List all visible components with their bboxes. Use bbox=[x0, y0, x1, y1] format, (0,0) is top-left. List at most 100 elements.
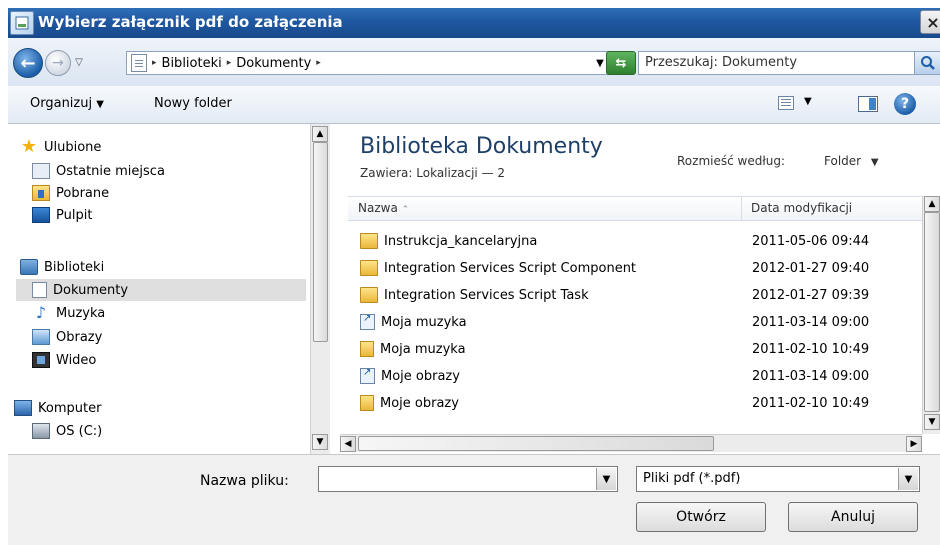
breadcrumb[interactable]: ▸ Biblioteki ▸ Dokumenty ▸ bbox=[126, 51, 628, 75]
filename-input[interactable] bbox=[318, 466, 618, 492]
file-row[interactable]: Integration Services Script Component 20… bbox=[348, 255, 932, 282]
column-date[interactable]: Data modyfikacji bbox=[743, 197, 933, 220]
organize-label: Organizuj bbox=[30, 96, 93, 111]
library-subtitle: Zawiera: Lokalizacji — 2 bbox=[360, 166, 505, 180]
drive-icon bbox=[32, 423, 50, 439]
refresh-button[interactable]: ⇆ bbox=[606, 51, 636, 75]
computer-icon bbox=[14, 400, 32, 416]
open-button[interactable]: Otwórz bbox=[636, 502, 766, 532]
file-row[interactable]: Moja muzyka 2011-02-10 10:49 bbox=[348, 336, 932, 363]
filetype-dropdown-icon[interactable]: ▼ bbox=[898, 468, 918, 490]
scroll-down-icon[interactable]: ▼ bbox=[924, 414, 940, 430]
nav-item-label: Pulpit bbox=[56, 207, 93, 223]
library-subtitle-prefix: Zawiera: bbox=[360, 166, 413, 180]
locked-folder-icon bbox=[360, 395, 374, 411]
view-icon[interactable] bbox=[778, 96, 794, 110]
file-date: 2012-01-27 09:39 bbox=[752, 288, 870, 303]
nav-scrollbar-thumb[interactable] bbox=[313, 142, 328, 342]
content-hscrollbar-thumb[interactable] bbox=[358, 436, 714, 451]
nav-item-label: Pobrane bbox=[56, 185, 110, 201]
back-button[interactable]: ← bbox=[13, 48, 43, 78]
arrange-by-dropdown[interactable]: Folder ▼ bbox=[824, 154, 879, 168]
scroll-up-icon[interactable]: ▲ bbox=[312, 126, 328, 142]
nav-item-documents[interactable]: Dokumenty bbox=[16, 279, 306, 301]
nav-item-label: Ulubione bbox=[44, 139, 102, 155]
file-name: Integration Services Script Component bbox=[384, 260, 637, 276]
locked-folder-icon bbox=[360, 341, 374, 357]
nav-item-label: Biblioteki bbox=[44, 259, 105, 275]
forward-button[interactable]: → bbox=[45, 50, 71, 76]
new-folder-button[interactable]: Nowy folder bbox=[154, 96, 232, 111]
folder-icon bbox=[360, 233, 378, 249]
nav-item-recent-places[interactable]: Ostatnie miejsca bbox=[32, 160, 300, 182]
breadcrumb-item-libraries[interactable]: Biblioteki bbox=[162, 56, 222, 71]
content-vscrollbar-thumb[interactable] bbox=[924, 212, 940, 412]
nav-item-libraries[interactable]: Biblioteki bbox=[20, 256, 300, 278]
close-button[interactable]: × bbox=[920, 10, 940, 34]
sort-ascending-icon: ⌃ bbox=[401, 205, 410, 215]
file-date: 2012-01-27 09:40 bbox=[752, 261, 870, 276]
search-icon[interactable] bbox=[914, 51, 940, 75]
nav-item-music[interactable]: ♪ Muzyka bbox=[32, 302, 300, 324]
downloads-icon bbox=[32, 185, 50, 201]
toolbar: Organizuj ▼ Nowy folder ▼ ? bbox=[8, 86, 940, 124]
arrange-by-label: Rozmieść według: bbox=[677, 154, 785, 168]
nav-item-os-drive[interactable]: OS (C:) bbox=[32, 420, 300, 442]
scroll-right-icon[interactable]: ▶ bbox=[906, 436, 922, 452]
filename-dropdown-icon[interactable]: ▼ bbox=[596, 468, 616, 490]
nav-item-pictures[interactable]: Obrazy bbox=[32, 326, 300, 348]
file-row[interactable]: Integration Services Script Task 2012-01… bbox=[348, 282, 932, 309]
documents-icon bbox=[32, 282, 47, 298]
file-row[interactable]: Moje obrazy 2011-02-10 10:49 bbox=[348, 390, 932, 417]
scroll-up-icon[interactable]: ▲ bbox=[924, 196, 940, 212]
shortcut-icon bbox=[360, 313, 375, 330]
nav-item-partial bbox=[48, 444, 288, 454]
breadcrumb-separator-icon[interactable]: ▸ bbox=[152, 58, 157, 68]
content-pane: Biblioteka Dokumenty Zawiera: Lokalizacj… bbox=[332, 124, 940, 454]
desktop-icon bbox=[32, 207, 50, 223]
recent-pages-chevron-icon[interactable]: ▽ bbox=[73, 54, 85, 70]
file-row-partial[interactable] bbox=[348, 417, 932, 427]
locations-link[interactable]: Lokalizacji — 2 bbox=[416, 166, 505, 180]
nav-item-label: Obrazy bbox=[56, 329, 103, 345]
filetype-select[interactable]: Pliki pdf (*.pdf) bbox=[636, 466, 920, 492]
file-name: Integration Services Script Task bbox=[384, 287, 589, 303]
file-date: 2011-05-06 09:44 bbox=[752, 234, 870, 249]
file-row[interactable]: Moja muzyka 2011-03-14 09:00 bbox=[348, 309, 932, 336]
file-name: Moje obrazy bbox=[381, 368, 460, 384]
organize-button[interactable]: Organizuj ▼ bbox=[30, 96, 104, 111]
file-name: Moja muzyka bbox=[381, 314, 467, 330]
nav-item-label: Ostatnie miejsca bbox=[56, 163, 165, 179]
search-input[interactable]: Przeszukaj: Dokumenty bbox=[638, 51, 916, 75]
preview-pane-icon[interactable] bbox=[858, 96, 878, 112]
cancel-button[interactable]: Anuluj bbox=[788, 502, 918, 532]
recent-places-icon bbox=[32, 163, 50, 179]
help-icon[interactable]: ? bbox=[894, 93, 916, 115]
breadcrumb-separator-icon[interactable]: ▸ bbox=[316, 58, 321, 68]
documents-icon bbox=[131, 54, 147, 72]
column-header: Nazwa ⌃ Data modyfikacji bbox=[348, 196, 932, 221]
star-icon: ★ bbox=[20, 136, 38, 157]
filename-label: Nazwa pliku: bbox=[200, 473, 289, 489]
app-icon bbox=[10, 11, 34, 35]
scroll-down-icon[interactable]: ▼ bbox=[312, 434, 328, 450]
nav-item-downloads[interactable]: Pobrane bbox=[32, 182, 300, 204]
nav-item-computer[interactable]: Komputer bbox=[14, 397, 300, 419]
breadcrumb-separator-icon[interactable]: ▸ bbox=[227, 58, 232, 68]
nav-item-desktop[interactable]: Pulpit bbox=[32, 204, 300, 226]
file-row[interactable]: Moje obrazy 2011-03-14 09:00 bbox=[348, 363, 932, 390]
column-name-label: Nazwa bbox=[358, 201, 398, 215]
file-row[interactable]: Instrukcja_kancelaryjna 2011-05-06 09:44 bbox=[348, 228, 932, 255]
nav-item-favorites[interactable]: ★ Ulubione bbox=[20, 136, 300, 158]
navigation-pane: ★ Ulubione Ostatnie miejsca Pobrane Pulp… bbox=[8, 124, 330, 454]
chevron-down-icon: ▼ bbox=[96, 99, 104, 110]
column-name[interactable]: Nazwa ⌃ bbox=[348, 197, 742, 220]
view-dropdown-icon[interactable]: ▼ bbox=[804, 96, 812, 107]
scroll-left-icon[interactable]: ◀ bbox=[340, 436, 356, 452]
nav-item-video[interactable]: Wideo bbox=[32, 349, 300, 371]
nav-scrollbar[interactable]: ▲ ▼ bbox=[310, 124, 330, 454]
file-name: Instrukcja_kancelaryjna bbox=[384, 233, 538, 249]
content-hscrollbar[interactable]: ◀ ▶ bbox=[340, 434, 922, 452]
content-vscrollbar[interactable]: ▲ ▼ bbox=[922, 196, 940, 434]
breadcrumb-item-documents[interactable]: Dokumenty bbox=[236, 56, 311, 71]
